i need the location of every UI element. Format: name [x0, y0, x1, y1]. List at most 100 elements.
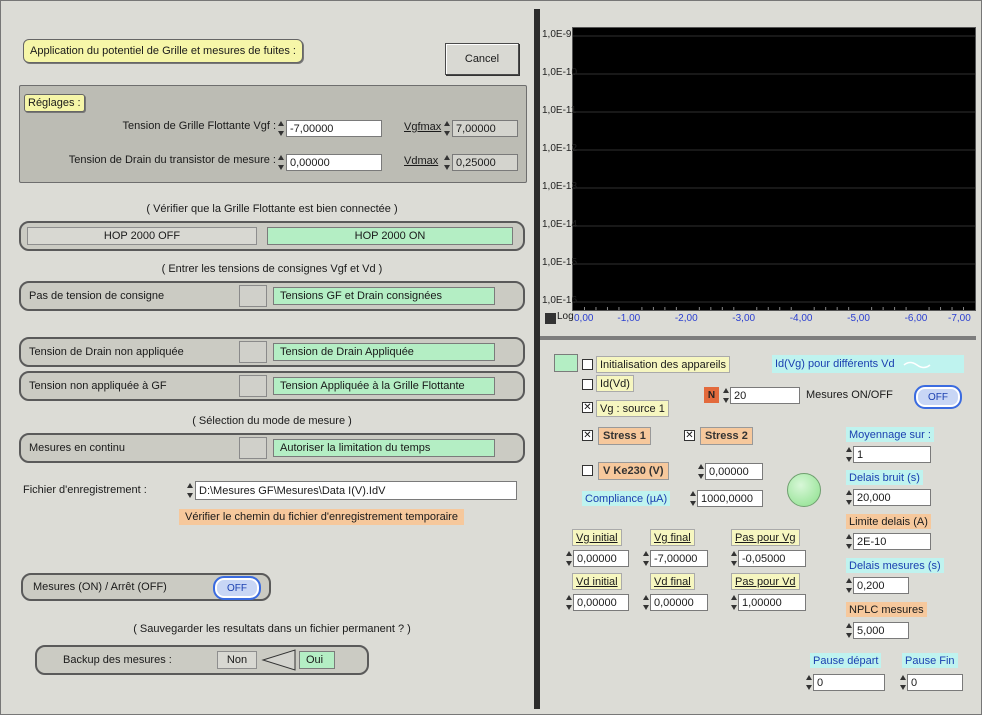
- moyennage-spinner[interactable]: [846, 447, 852, 462]
- hop-switch: HOP 2000 OFF HOP 2000 ON: [19, 221, 525, 251]
- vdmax-spinner[interactable]: [444, 155, 450, 170]
- pas-vd-spinner[interactable]: [731, 595, 737, 610]
- n-input[interactable]: 20: [730, 387, 800, 404]
- vgfmax-input[interactable]: 7,00000: [452, 120, 518, 137]
- hop-on-indicator[interactable]: HOP 2000 ON: [267, 227, 513, 245]
- backup-non-button[interactable]: Non: [217, 651, 257, 669]
- mesures-label: Mesures (ON) / Arrêt (OFF): [33, 581, 167, 593]
- vg-source-checkbox[interactable]: ✕: [582, 402, 593, 413]
- panel-title: Application du potentiel de Grille et me…: [23, 39, 303, 63]
- nplc-input[interactable]: 5,000: [853, 622, 909, 639]
- mode-left-label: Mesures en continu: [29, 442, 125, 454]
- pause-fin-input[interactable]: 0: [907, 674, 963, 691]
- consignes-toggle[interactable]: [239, 285, 267, 307]
- delais-mesures-spinner[interactable]: [846, 578, 852, 593]
- vke-spinner[interactable]: [698, 464, 704, 479]
- vdmax-input[interactable]: 0,25000: [452, 154, 518, 171]
- chart-y-tick-label: 1,0E-14: [542, 219, 578, 230]
- vgf-spinner[interactable]: [278, 121, 284, 136]
- vd-final-input[interactable]: 0,00000: [650, 594, 708, 611]
- gf-toggle[interactable]: [239, 375, 267, 397]
- stress2-checkbox[interactable]: ✕: [684, 430, 695, 441]
- application-window: Application du potentiel de Grille et me…: [0, 0, 982, 715]
- mesures-off-button[interactable]: OFF: [213, 576, 261, 600]
- pause-depart-input[interactable]: 0: [813, 674, 885, 691]
- moyennage-input[interactable]: 1: [853, 446, 931, 463]
- backup-oui-indicator[interactable]: Oui: [299, 651, 335, 669]
- stress1-checkbox[interactable]: ✕: [582, 430, 593, 441]
- vd-initial-input[interactable]: 0,00000: [573, 594, 629, 611]
- log-checkbox[interactable]: [545, 313, 556, 324]
- right-panel: Log Initialisation des appareils Id(Vg) …: [540, 9, 976, 709]
- limite-delais-input[interactable]: 2E-10: [853, 533, 931, 550]
- vg-initial-input[interactable]: 0,00000: [573, 550, 629, 567]
- mesures-onoff-button[interactable]: OFF: [914, 385, 962, 409]
- chart-y-tick-label: 1,0E-9: [542, 29, 572, 40]
- vke-input[interactable]: 0,00000: [705, 463, 763, 480]
- vd-input[interactable]: 0,00000: [286, 154, 382, 171]
- file-path-input[interactable]: D:\Mesures GF\Mesures\Data I(V).IdV: [195, 481, 517, 500]
- vg-initial-label: Vg initial: [572, 529, 622, 546]
- pas-vg-spinner[interactable]: [731, 551, 737, 566]
- pas-vd-label: Pas pour Vd: [731, 573, 800, 590]
- delais-mesures-input[interactable]: 0,200: [853, 577, 909, 594]
- gf-right-indicator: Tension Appliquée à la Grille Flottante: [273, 377, 495, 395]
- pause-depart-spinner[interactable]: [806, 675, 812, 690]
- mode-toggle[interactable]: [239, 437, 267, 459]
- hop-caption: ( Vérifier que la Grille Flottante est b…: [146, 203, 398, 215]
- cancel-button[interactable]: Cancel: [445, 43, 519, 75]
- chart-x-tick-label: -3,00: [732, 313, 756, 324]
- consignes-right-indicator: Tensions GF et Drain consignées: [273, 287, 495, 305]
- vke-label: V Ke230 (V): [598, 462, 669, 480]
- drain-toggle[interactable]: [239, 341, 267, 363]
- drain-left-label: Tension de Drain non appliquée: [29, 346, 184, 358]
- vg-final-spinner[interactable]: [643, 551, 649, 566]
- chart-y-tick-label: 1,0E-11: [542, 105, 577, 116]
- chart-y-tick-label: 1,0E-10: [542, 67, 578, 78]
- backup-toggle-arrow-icon[interactable]: [259, 648, 297, 672]
- left-panel: Application du potentiel de Grille et me…: [13, 17, 531, 705]
- idvd-checkbox[interactable]: [582, 379, 593, 390]
- chart-x-tick-label: -2,00: [674, 313, 698, 324]
- vd-final-spinner[interactable]: [643, 595, 649, 610]
- n-spinner[interactable]: [723, 388, 729, 403]
- chart-y-tick-label: 1,0E-15: [542, 257, 578, 268]
- file-path-browse[interactable]: [187, 483, 193, 498]
- reglages-title-text: Réglages :: [28, 97, 81, 109]
- chart-x-tick-label: -1,00: [617, 313, 641, 324]
- pause-fin-spinner[interactable]: [900, 675, 906, 690]
- consignes-caption: ( Entrer les tensions de consignes Vgf e…: [161, 263, 383, 275]
- init-checkbox[interactable]: [582, 359, 593, 370]
- nplc-spinner[interactable]: [846, 623, 852, 638]
- panel-title-text: Application du potentiel de Grille et me…: [30, 45, 296, 57]
- delais-bruit-spinner[interactable]: [846, 490, 852, 505]
- limite-delais-spinner[interactable]: [846, 534, 852, 549]
- mode-selector[interactable]: Id(Vg) pour différents Vd: [772, 355, 964, 373]
- vg-initial-spinner[interactable]: [566, 551, 572, 566]
- vg-final-input[interactable]: -7,00000: [650, 550, 708, 567]
- compliance-input[interactable]: 1000,0000: [697, 490, 763, 507]
- chart-x-tick-label: 0,00: [574, 313, 594, 324]
- vd-initial-spinner[interactable]: [566, 595, 572, 610]
- pas-vg-input[interactable]: -0,05000: [738, 550, 806, 567]
- hop-off-button[interactable]: HOP 2000 OFF: [27, 227, 257, 245]
- file-label: Fichier d'enregistrement :: [23, 484, 147, 496]
- vd-spinner[interactable]: [278, 155, 284, 170]
- mesures-switch: Mesures (ON) / Arrêt (OFF) OFF: [21, 573, 271, 601]
- compliance-spinner[interactable]: [690, 491, 696, 506]
- vgf-input[interactable]: -7,00000: [286, 120, 382, 137]
- mode-switch: Mesures en continu Autoriser la limitati…: [19, 433, 525, 463]
- chart-x-tick-label: -7,00: [948, 313, 971, 324]
- mode-caption: ( Sélection du mode de mesure ): [192, 415, 352, 427]
- init-label: Initialisation des appareils: [596, 356, 730, 373]
- chart-plot-area: [573, 35, 975, 310]
- chart-y-tick-label: 1,0E-16: [542, 295, 578, 306]
- delais-bruit-input[interactable]: 20,000: [853, 489, 931, 506]
- pas-vd-input[interactable]: 1,00000: [738, 594, 806, 611]
- vg-source-label: Vg : source 1: [596, 400, 669, 417]
- n-badge: N: [704, 387, 719, 403]
- vgf-label: Tension de Grille Flottante Vgf :: [122, 120, 276, 132]
- vgfmax-spinner[interactable]: [444, 121, 450, 136]
- vke-checkbox[interactable]: [582, 465, 593, 476]
- consignes-left-label: Pas de tension de consigne: [29, 290, 165, 302]
